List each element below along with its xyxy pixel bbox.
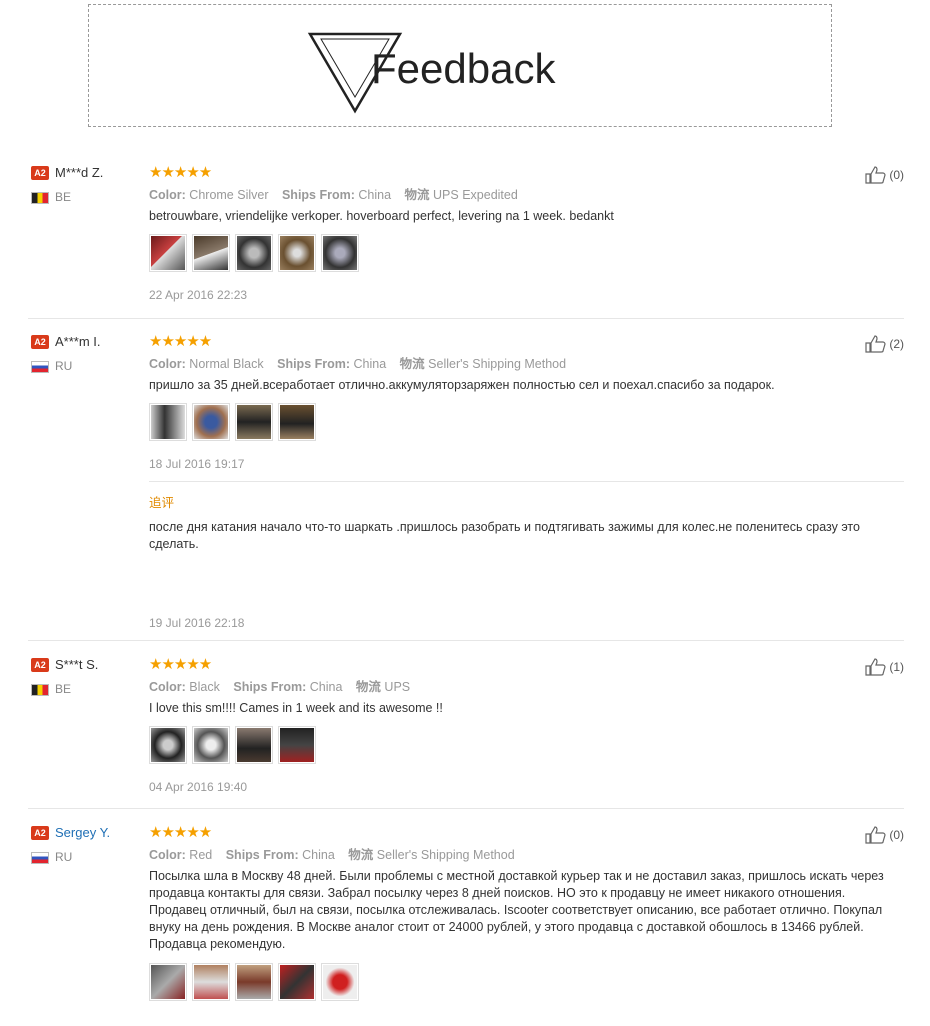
rating-stars: ★★★★★ — [149, 824, 212, 841]
review-divider — [28, 808, 904, 809]
reviewer-country: RU — [55, 359, 73, 373]
thumbs-up-icon — [865, 826, 886, 844]
review-photos — [149, 726, 316, 764]
review-photos — [149, 234, 359, 272]
review-photo[interactable] — [278, 726, 316, 764]
review-photo[interactable] — [192, 234, 230, 272]
review-photo[interactable] — [192, 963, 230, 1001]
review-divider — [28, 640, 904, 641]
order-attributes: Color: Chrome Silver Ships From: China 物… — [149, 188, 518, 202]
order-attributes: Color: Black Ships From: China 物流 UPS — [149, 680, 411, 694]
review-photo[interactable] — [149, 403, 187, 441]
review-photo[interactable] — [278, 963, 316, 1001]
review-date: 04 Apr 2016 19:40 — [149, 780, 248, 794]
rating-stars: ★★★★★ — [149, 164, 212, 181]
followup-text: после дня катания начало что-то шаркать … — [149, 520, 860, 551]
review-text: Посылка шла в Москву 48 дней. Были пробл… — [149, 869, 884, 951]
helpful-count: (2) — [889, 337, 904, 351]
review-photo[interactable] — [235, 963, 273, 1001]
review-photo[interactable] — [235, 234, 273, 272]
review-photo[interactable] — [278, 403, 316, 441]
followup-date: 19 Jul 2016 22:18 — [149, 616, 245, 630]
helpful-button[interactable]: (0) — [865, 826, 904, 844]
rating-stars: ★★★★★ — [149, 656, 212, 673]
order-attributes: Color: Normal Black Ships From: China 物流… — [149, 357, 567, 371]
buyer-level-badge: A2 — [31, 826, 49, 840]
review-photo[interactable] — [235, 726, 273, 764]
rating-stars: ★★★★★ — [149, 333, 212, 350]
reviewer-name-link[interactable]: Sergey Y. — [55, 825, 110, 840]
banner-title: Feedback — [371, 45, 556, 92]
reviewer-name: S***t S. — [55, 657, 99, 672]
buyer-level-badge: A2 — [31, 166, 49, 180]
helpful-button[interactable]: (0) — [865, 166, 904, 184]
followup-divider — [149, 481, 904, 482]
helpful-button[interactable]: (1) — [865, 658, 904, 676]
review-text: I love this sm!!!! Cames in 1 week and i… — [149, 701, 443, 715]
review-photo[interactable] — [321, 234, 359, 272]
reviewer-country: RU — [55, 850, 73, 864]
review-photos — [149, 403, 316, 441]
thumbs-up-icon — [865, 166, 886, 184]
followup-label: 追评 — [149, 496, 175, 510]
thumbs-up-icon — [865, 658, 886, 676]
review-divider — [28, 318, 904, 319]
review-photo[interactable] — [149, 234, 187, 272]
review-photo[interactable] — [321, 963, 359, 1001]
feedback-banner: Feedback — [88, 4, 832, 127]
review-photo[interactable] — [192, 726, 230, 764]
review-text: betrouwbare, vriendelijke verkoper. hove… — [149, 209, 614, 223]
review-date: 18 Jul 2016 19:17 — [149, 457, 245, 471]
buyer-level-badge: A2 — [31, 335, 49, 349]
reviewer-country: BE — [55, 190, 72, 204]
order-attributes: Color: Red Ships From: China 物流 Seller's… — [149, 848, 515, 862]
russia-flag-icon — [31, 361, 49, 373]
russia-flag-icon — [31, 852, 49, 864]
helpful-count: (1) — [889, 660, 904, 674]
buyer-level-badge: A2 — [31, 658, 49, 672]
reviewer-name: M***d Z. — [55, 165, 104, 180]
review-photo[interactable] — [278, 234, 316, 272]
review-photo[interactable] — [149, 726, 187, 764]
review-photo[interactable] — [149, 963, 187, 1001]
review-photos — [149, 963, 359, 1001]
review-date: 22 Apr 2016 22:23 — [149, 288, 248, 302]
belgium-flag-icon — [31, 192, 49, 204]
belgium-flag-icon — [31, 684, 49, 696]
review-photo[interactable] — [235, 403, 273, 441]
helpful-button[interactable]: (2) — [865, 335, 904, 353]
review-text: пришло за 35 дней.всеработает отлично.ак… — [149, 378, 775, 392]
review-photo[interactable] — [192, 403, 230, 441]
helpful-count: (0) — [889, 828, 904, 842]
thumbs-up-icon — [865, 335, 886, 353]
reviewer-name: A***m I. — [55, 334, 101, 349]
reviewer-country: BE — [55, 682, 72, 696]
helpful-count: (0) — [889, 168, 904, 182]
